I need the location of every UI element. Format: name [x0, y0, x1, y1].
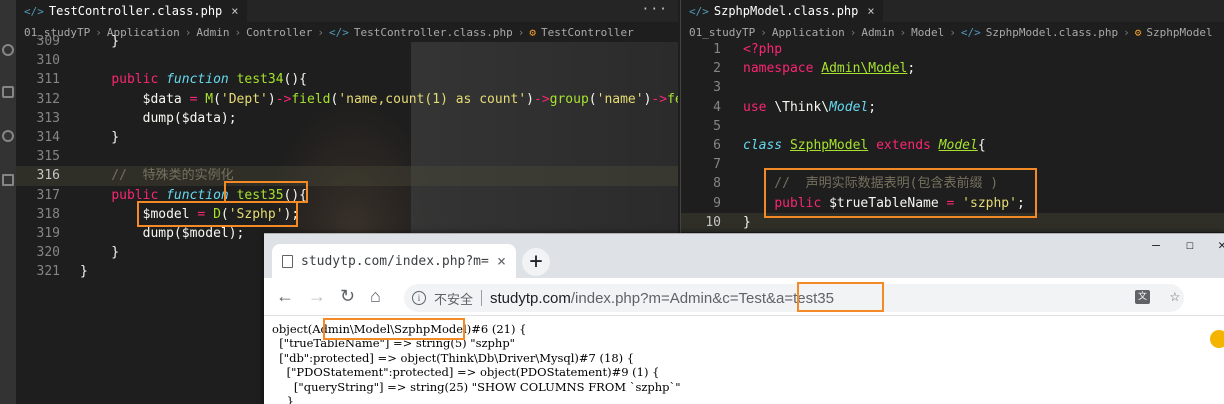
code-line: 314 }	[36, 129, 120, 145]
code-line: 309 }	[36, 34, 120, 49]
output-line: ["db":protected] => object(Think\Db\Driv…	[272, 350, 635, 365]
tab-label: TestController.class.php	[48, 4, 223, 18]
source-control-icon[interactable]	[2, 86, 14, 98]
breadcrumb-item[interactable]: Application	[772, 26, 845, 39]
php-file-icon: </>	[960, 25, 981, 39]
code-line: 7	[713, 157, 721, 173]
code-line: 318 $model = D('Szphp');	[36, 206, 300, 222]
url-text[interactable]: studytp.com/index.php?m=Admin&c=Test&a=t…	[490, 290, 834, 307]
browser-toolbar: ← → ↻ ⌂ i 不安全 studytp.com/index.php?m=Ad…	[264, 278, 1224, 348]
more-actions-icon[interactable]: ···	[642, 2, 668, 17]
class-icon: ⚙	[1134, 25, 1142, 39]
home-button[interactable]: ⌂	[370, 286, 381, 307]
not-secure-label: 不安全	[434, 292, 474, 308]
debug-icon[interactable]	[2, 130, 14, 142]
forward-button[interactable]: →	[308, 286, 326, 307]
minimize-button[interactable]: —	[1152, 238, 1160, 253]
page-output: object(Admin\Model\SzphpModel)#6 (21) { …	[272, 322, 681, 404]
profile-avatar[interactable]	[1210, 330, 1224, 348]
breadcrumb-item[interactable]: SzphpModel.class.php	[986, 26, 1118, 39]
tab-label: SzphpModel.class.php	[713, 4, 859, 18]
close-tab-icon[interactable]: ×	[497, 252, 506, 270]
page-icon	[282, 254, 293, 268]
info-icon[interactable]: i	[412, 291, 426, 305]
star-icon[interactable]: ☆	[1170, 286, 1180, 306]
output-line: ["trueTableName"] => string(5) "szphp"	[272, 336, 515, 351]
browser-tab-strip: studytp.com/index.php?m=Ad × + — ☐ ✕	[264, 234, 1224, 278]
left-tab-bar: </> TestController.class.php × ···	[16, 0, 678, 22]
output-line: }	[272, 394, 294, 404]
code-line: 5	[713, 118, 721, 134]
code-line: 2 namespace Admin\Model;	[713, 61, 916, 77]
extensions-icon[interactable]	[2, 174, 14, 186]
code-area[interactable]: 1 <?php 2 namespace Admin\Model; 3 4 use \T…	[681, 40, 1224, 232]
code-line: 9 public $trueTableName = 'szphp';	[713, 195, 1025, 211]
code-line: 313 dump($data);	[36, 110, 237, 126]
browser-tab[interactable]: studytp.com/index.php?m=Ad ×	[272, 244, 516, 278]
code-line: 317 public function test35(){	[36, 187, 308, 203]
code-line: 6 class SzphpModel extends Model{	[713, 137, 986, 153]
back-button[interactable]: ←	[276, 286, 294, 307]
code-line: 311 public function test34(){	[36, 72, 308, 88]
search-icon[interactable]	[2, 44, 14, 56]
close-window-button[interactable]: ✕	[1218, 238, 1224, 253]
code-line: 8 // 声明实际数据表明(包含表前缀 )	[713, 176, 999, 192]
breadcrumb-item[interactable]: Model	[911, 26, 944, 39]
right-tab-bar: </> SzphpModel.class.php ×	[681, 0, 1224, 22]
close-icon[interactable]: ×	[231, 4, 238, 18]
address-bar[interactable]: i 不安全 studytp.com/index.php?m=Admin&c=Te…	[404, 284, 1184, 312]
output-line: ["PDOStatement":protected] => object(PDO…	[272, 365, 660, 380]
reload-button[interactable]: ↻	[340, 286, 355, 307]
breadcrumb-item[interactable]: SzphpModel	[1146, 26, 1212, 39]
tab-testcontroller[interactable]: </> TestController.class.php ×	[16, 0, 247, 22]
translate-icon[interactable]: 文	[1135, 290, 1150, 304]
browser-tab-title: studytp.com/index.php?m=Ad	[301, 253, 489, 269]
breadcrumb-item[interactable]: 01_studyTP	[689, 26, 755, 39]
maximize-button[interactable]: ☐	[1186, 238, 1194, 253]
divider	[481, 290, 483, 306]
code-line: 310	[36, 53, 60, 69]
code-line-current: 10}	[681, 212, 1224, 232]
code-line: 4 use \Think\Model;	[713, 99, 877, 115]
breadcrumb-item[interactable]: Admin	[861, 26, 894, 39]
code-line: 312 $data = M('Dept')->field('name,count…	[36, 91, 678, 107]
new-tab-button[interactable]: +	[522, 248, 550, 276]
code-line: 315	[36, 149, 60, 165]
breadcrumb: 01_studyTP › Application › Admin › Model › <…	[681, 22, 1224, 42]
code-line-current: 316 // 特殊类的实例化	[16, 166, 678, 186]
browser-window: studytp.com/index.php?m=Ad × + — ☐ ✕ ← →…	[264, 233, 1224, 404]
php-file-icon: </>	[689, 4, 709, 18]
output-line: object(Admin\Model\SzphpModel)#6 (21) {	[272, 322, 527, 336]
output-line: ["queryString"] => string(25) "SHOW COLU…	[272, 379, 681, 394]
php-file-icon: </>	[24, 4, 44, 18]
close-icon[interactable]: ×	[867, 4, 874, 18]
code-line: 3	[713, 80, 721, 96]
code-line: 1 <?php	[713, 42, 783, 57]
tab-szphpmodel[interactable]: </> SzphpModel.class.php ×	[681, 0, 883, 22]
activity-bar	[0, 0, 16, 404]
